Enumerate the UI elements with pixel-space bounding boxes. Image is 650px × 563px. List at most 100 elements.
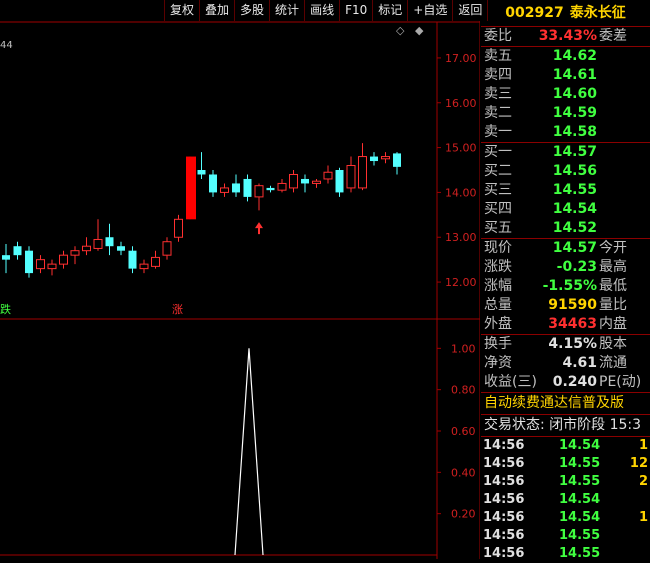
weicha-label: 委差 <box>599 28 627 44</box>
candle-body <box>70 250 80 256</box>
finance-row: 换手 4.15% 股本 <box>481 335 650 354</box>
toolbar-button[interactable]: 叠加 <box>200 0 236 21</box>
candle-body <box>209 174 217 193</box>
notice-banner[interactable]: 自动续费通达信普及版 <box>481 393 650 414</box>
tick-time: 14:56 <box>483 528 525 543</box>
candle-body <box>25 250 33 274</box>
toolbar-button[interactable]: +自选 <box>408 0 454 21</box>
chart-canvas[interactable]: 17.00 16.00 15.00 14.00 13.00 12.00 跌 涨 1.00 0.80… <box>0 0 480 559</box>
tick-row[interactable]: 14:56 14.54 <box>481 491 650 509</box>
buy-row: 买四 14.54 <box>481 200 650 219</box>
finance-row-label2: 股本 <box>599 336 627 352</box>
buy-row-value: 14.57 <box>552 144 597 160</box>
sell-row-label: 卖一 <box>484 124 512 140</box>
price-tick-label: 17.00 <box>445 52 477 65</box>
candle-body <box>254 185 264 198</box>
stat-row-label: 总量 <box>484 297 512 313</box>
tick-row[interactable]: 14:56 14.55 12 <box>481 455 650 473</box>
candle-body <box>2 255 10 260</box>
toolbar-button[interactable]: 返回 <box>453 0 489 21</box>
tick-row[interactable]: 14:56 14.54 1 <box>481 509 650 527</box>
stat-row-value: 34463 <box>548 316 597 332</box>
toolbar-button[interactable]: 标记 <box>373 0 409 21</box>
tick-volume: 1 <box>638 510 648 525</box>
buy-row-value: 14.55 <box>552 182 597 198</box>
candle-body <box>266 187 275 191</box>
label-die: 跌 <box>0 302 11 316</box>
candle-body <box>174 218 183 238</box>
tick-time: 14:56 <box>483 510 525 525</box>
stat-row: 涨幅 -1.55% 最低 <box>481 277 650 296</box>
tick-volume: 2 <box>638 474 648 489</box>
candle-body <box>162 241 172 256</box>
tick-row[interactable]: 14:56 14.54 1 <box>481 437 650 455</box>
stock-title: 002927 泰永长征 <box>481 0 650 26</box>
dropdown-arrow-icon[interactable]: ◆ <box>415 24 423 37</box>
tick-time: 14:56 <box>483 474 525 489</box>
stat-row: 现价 14.57 今开 <box>481 239 650 258</box>
tick-price: 14.55 <box>559 456 601 471</box>
price-tick-label: 16.00 <box>445 97 477 110</box>
price-tick-label: 15.00 <box>445 142 477 155</box>
indicator-tick-label: 0.60 <box>451 425 476 438</box>
stat-row-label2: 内盘 <box>599 316 627 332</box>
buy-row: 买一 14.57 <box>481 143 650 162</box>
toolbar-button[interactable]: F10 <box>340 0 374 21</box>
candle-body <box>232 183 240 193</box>
diamond-icon[interactable]: ◇ <box>396 24 404 37</box>
quote-panel: 002927 泰永长征 委比 33.43% 委差 卖五 14.62 卖四 14.61 卖三… <box>481 0 650 561</box>
tick-price: 14.54 <box>559 438 601 453</box>
sell-row: 卖五 14.62 <box>481 47 650 66</box>
buy-row: 买三 14.55 <box>481 181 650 200</box>
tick-time: 14:56 <box>483 456 525 471</box>
tick-price: 14.55 <box>559 528 601 543</box>
webi-label: 委比 <box>484 28 512 44</box>
buy-row-value: 14.52 <box>552 220 597 236</box>
candle-body <box>393 153 401 167</box>
finance-row-label: 净资 <box>484 355 512 371</box>
finance-row-label2: 流通 <box>599 355 627 371</box>
stat-row-label: 外盘 <box>484 316 512 332</box>
stat-row-value: -1.55% <box>542 278 597 294</box>
candle-body <box>220 187 229 193</box>
stat-row: 总量 91590 量比 <box>481 296 650 315</box>
sell-row-value: 14.59 <box>552 105 597 121</box>
candle-body <box>139 263 149 270</box>
stat-row-value: 91590 <box>548 297 597 313</box>
buy-row-label: 买四 <box>484 201 512 217</box>
tick-price: 14.55 <box>559 546 601 561</box>
stock-code: 002927 <box>505 5 564 21</box>
indicator-tick-label: 0.40 <box>451 466 476 479</box>
candle-body <box>82 245 91 252</box>
buy-row-label: 买三 <box>484 182 512 198</box>
tick-list[interactable]: 14:56 14.54 1 14:56 14.55 12 14:56 14.55 2 14:56 1… <box>481 437 650 563</box>
toolbar-button[interactable]: 复权 <box>164 0 201 21</box>
tick-volume: 1 <box>638 438 648 453</box>
toolbar-button[interactable]: 多股 <box>235 0 271 21</box>
tick-row[interactable]: 14:56 14.55 <box>481 527 650 545</box>
kline-chart[interactable]: 17.00 16.00 15.00 14.00 13.00 12.00 跌 涨 1.00 0.80… <box>0 0 489 559</box>
stat-row-value: -0.23 <box>556 259 597 275</box>
sell-row-value: 14.61 <box>552 67 597 83</box>
price-tick-label: 14.00 <box>445 186 477 199</box>
indicator-spike-line <box>234 348 264 556</box>
indicator-value: 44 <box>0 40 13 51</box>
price-tick-label: 12.00 <box>445 276 477 289</box>
candle-body <box>381 156 390 160</box>
sell-row-value: 14.58 <box>552 124 597 140</box>
tick-row[interactable]: 14:56 14.55 2 <box>481 473 650 491</box>
tick-time: 14:56 <box>483 438 525 453</box>
tick-row[interactable]: 14:56 14.55 <box>481 545 650 563</box>
stat-row-value: 14.57 <box>552 240 597 256</box>
candle-body <box>370 156 378 162</box>
sell-row-label: 卖二 <box>484 105 512 121</box>
candle-body <box>59 254 68 265</box>
buy-row: 买五 14.52 <box>481 219 650 238</box>
stock-name: 泰永长征 <box>569 5 626 21</box>
candle-body <box>117 246 125 251</box>
candle-body <box>323 171 333 180</box>
stat-row-label2: 今开 <box>599 240 627 256</box>
candle-body <box>13 246 22 256</box>
toolbar-button[interactable]: 画线 <box>305 0 341 21</box>
toolbar-button[interactable]: 统计 <box>270 0 306 21</box>
